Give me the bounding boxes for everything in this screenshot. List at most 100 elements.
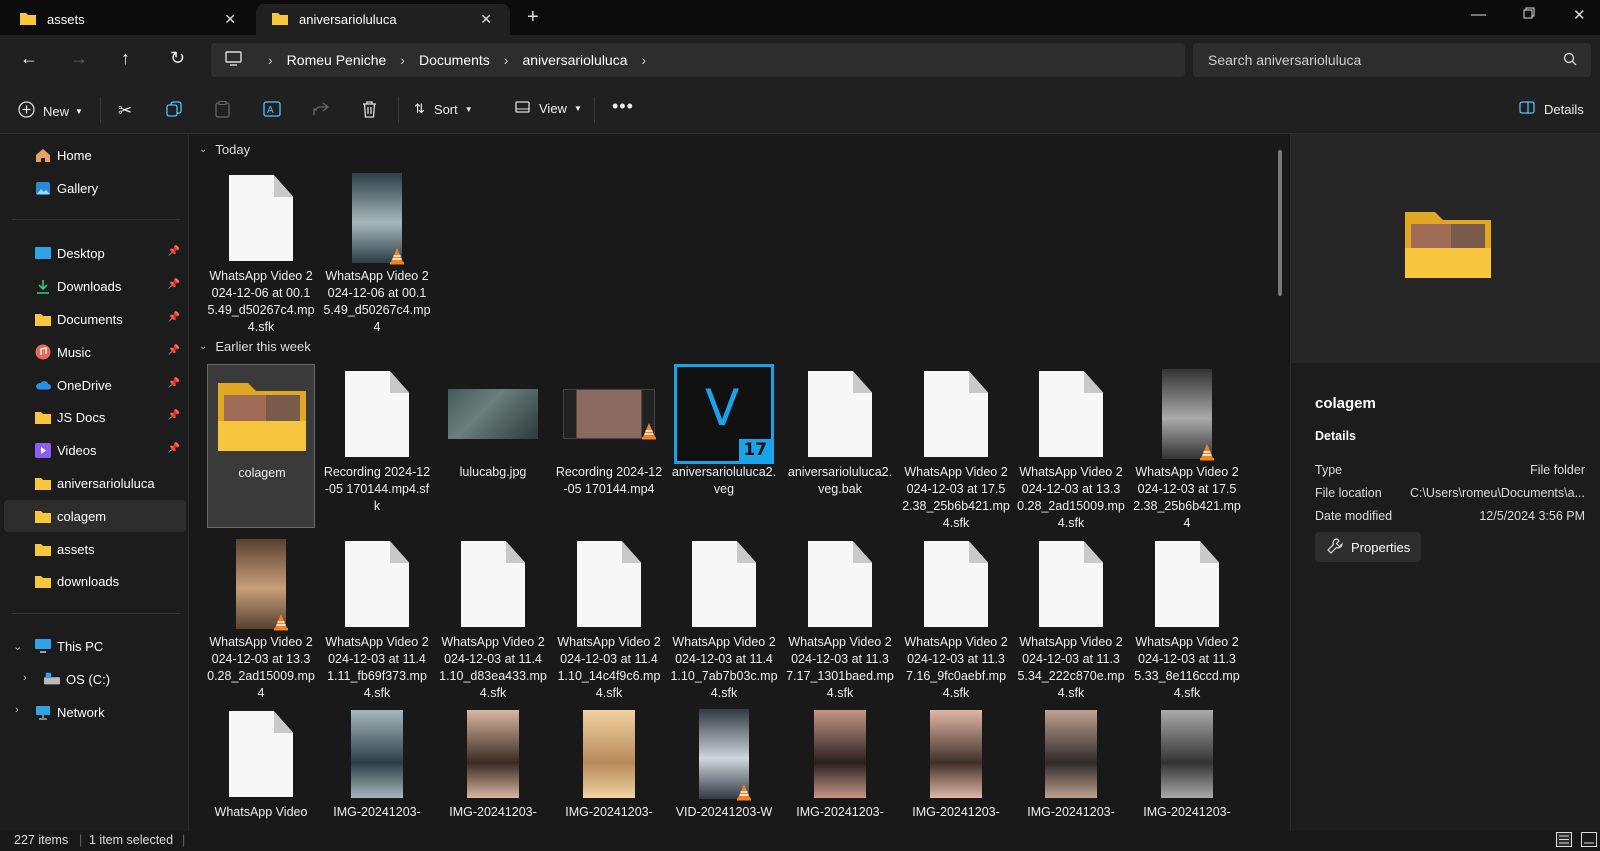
details-view-icon[interactable] — [1556, 832, 1572, 850]
file-name: WhatsApp Video 2024-12-03 at 11.41.10_14… — [557, 635, 661, 700]
forward-arrow-icon[interactable]: → — [70, 48, 88, 69]
pin-icon: 📌 — [167, 443, 180, 454]
file-tile[interactable]: IMG-20241203- — [1133, 704, 1241, 831]
file-tile[interactable]: lulucabg.jpg — [439, 364, 547, 528]
file-name: WhatsApp Video 2024-12-03 at 11.41.10_d8… — [439, 635, 547, 700]
rename-icon[interactable]: A — [263, 101, 281, 117]
sidebar-item-colagem[interactable]: colagem — [4, 500, 186, 532]
file-tile[interactable]: WhatsApp Video 2024-12-03 at 11.37.16_9f… — [902, 534, 1010, 700]
file-tile[interactable]: WhatsApp Video 2024-12-03 at 11.41.10_d8… — [439, 534, 547, 700]
group-header-today[interactable]: ⌄ Today — [199, 142, 250, 157]
sort-button[interactable]: ⇅ Sort ▼ — [414, 101, 473, 117]
file-tile[interactable]: IMG-20241203- — [786, 704, 894, 831]
file-thumbnail — [670, 704, 778, 804]
file-tile[interactable]: IMG-20241203- — [902, 704, 1010, 831]
sidebar-item-videos[interactable]: Videos 📌 — [4, 434, 186, 466]
sidebar-item-documents[interactable]: Documents 📌 — [4, 303, 186, 335]
view-button[interactable]: View ▼ — [515, 101, 582, 116]
paste-icon[interactable] — [215, 101, 230, 118]
chevron-right-icon[interactable]: › — [268, 52, 273, 68]
address-bar[interactable]: › Romeu Peniche › Documents › aniversari… — [211, 43, 1185, 77]
sidebar-item-os-c[interactable]: OS (C:) — [4, 663, 186, 695]
file-name: VID-20241203-W — [675, 805, 773, 819]
group-label: Earlier this week — [215, 339, 311, 354]
tab-label: aniversarioluluca — [299, 12, 397, 27]
back-arrow-icon[interactable]: ← — [20, 48, 38, 69]
sidebar-item-assets[interactable]: assets — [4, 533, 186, 565]
file-tile[interactable]: IMG-20241203- — [555, 704, 663, 831]
file-tile[interactable]: WhatsApp Video 2024-12-06 at 00.15.49_d5… — [207, 168, 315, 334]
file-tile[interactable]: WhatsApp Video 2024-12-03 at 11.41.10_7a… — [670, 534, 778, 700]
file-tile[interactable]: IMG-20241203- — [323, 704, 431, 831]
tab-assets[interactable]: assets ✕ — [4, 4, 254, 35]
close-icon[interactable]: ✕ — [224, 11, 236, 28]
sidebar-item-downloads[interactable]: Downloads 📌 — [4, 270, 186, 302]
file-thumbnail — [207, 534, 315, 634]
more-options-icon[interactable]: ••• — [612, 96, 634, 117]
new-button[interactable]: New ▼ — [18, 101, 83, 121]
search-input[interactable]: Search aniversarioluluca — [1193, 43, 1591, 77]
chevron-right-icon[interactable]: › — [642, 52, 647, 68]
sidebar-item-desktop[interactable]: Desktop 📌 — [4, 237, 186, 269]
file-thumbnail — [1017, 534, 1125, 634]
file-tile[interactable]: Recording 2024-12-05 170144.mp4 — [555, 364, 663, 528]
file-tile[interactable]: WhatsApp Video 2024-12-03 at 13.30.28_2a… — [1017, 364, 1125, 530]
sidebar-item-home[interactable]: Home — [4, 139, 186, 171]
sidebar-item-downloads-folder[interactable]: downloads — [4, 565, 186, 597]
share-icon[interactable] — [313, 101, 329, 116]
close-icon[interactable]: ✕ — [480, 11, 492, 28]
file-tile[interactable]: Recording 2024-12-05 170144.mp4.sfk — [323, 364, 431, 528]
copy-icon[interactable] — [166, 101, 182, 117]
sidebar-item-gallery[interactable]: Gallery — [4, 172, 186, 204]
file-name: Recording 2024-12-05 170144.mp4 — [555, 465, 663, 496]
up-arrow-icon[interactable]: ↑ — [121, 48, 130, 69]
vertical-scrollbar[interactable] — [1278, 150, 1282, 296]
file-thumbnail — [902, 704, 1010, 804]
sidebar-item-aniversarioluluca[interactable]: aniversarioluluca — [4, 467, 186, 499]
file-tile[interactable]: WhatsApp Video 2024-12-03 at 11.41.10_14… — [555, 534, 663, 700]
cut-icon[interactable]: ✂ — [118, 101, 132, 121]
file-tile[interactable]: WhatsApp Video 2024-12-03 at 17.52.38_25… — [902, 364, 1010, 530]
large-icons-view-icon[interactable] — [1581, 832, 1597, 850]
breadcrumb-documents[interactable]: Documents — [419, 52, 490, 68]
details-value: File folder — [1530, 463, 1585, 477]
file-thumbnail — [323, 534, 431, 634]
vegas-project-icon: V 17 — [674, 364, 774, 464]
properties-button[interactable]: Properties — [1315, 532, 1421, 562]
new-tab-button[interactable]: + — [527, 6, 539, 29]
image-thumbnail — [930, 710, 982, 798]
breadcrumb-aniversarioluluca[interactable]: aniversarioluluca — [522, 52, 627, 68]
file-tile[interactable]: aniversarioluluca2.veg.bak — [786, 364, 894, 528]
file-tile[interactable]: WhatsApp Video 2024-12-03 at 11.35.33_8e… — [1133, 534, 1241, 700]
file-tile[interactable]: WhatsApp Video — [207, 704, 315, 831]
sidebar-item-this-pc[interactable]: This PC — [4, 630, 186, 662]
file-tile[interactable]: V 17 aniversarioluluca2.veg — [670, 364, 778, 528]
minimize-icon[interactable]: — — [1471, 6, 1486, 23]
file-tile[interactable]: VID-20241203-W — [670, 704, 778, 831]
group-header-earlier-this-week[interactable]: ⌄ Earlier this week — [199, 339, 311, 354]
chevron-right-icon[interactable]: › — [400, 52, 405, 68]
file-tile[interactable]: colagem — [207, 364, 315, 528]
file-tile[interactable]: IMG-20241203- — [1017, 704, 1125, 831]
restore-icon[interactable] — [1523, 6, 1535, 23]
refresh-icon[interactable]: ↻ — [170, 48, 185, 69]
file-thumbnail — [1017, 364, 1125, 464]
sidebar-item-music[interactable]: Music 📌 — [4, 336, 186, 368]
file-tile[interactable]: IMG-20241203- — [439, 704, 547, 831]
sidebar-item-onedrive[interactable]: OneDrive 📌 — [4, 369, 186, 401]
file-tile[interactable]: WhatsApp Video 2024-12-03 at 13.30.28_2a… — [207, 534, 315, 700]
document-icon — [1039, 541, 1103, 627]
tab-aniversarioluluca[interactable]: aniversarioluluca ✕ — [256, 4, 510, 35]
delete-icon[interactable] — [362, 101, 377, 118]
file-tile[interactable]: WhatsApp Video 2024-12-03 at 11.41.11_fb… — [323, 534, 431, 700]
sidebar-item-network[interactable]: Network — [4, 696, 186, 728]
details-pane-button[interactable]: Details — [1519, 101, 1584, 117]
file-tile[interactable]: WhatsApp Video 2024-12-06 at 00.15.49_d5… — [323, 168, 431, 334]
sidebar-item-js-docs[interactable]: JS Docs 📌 — [4, 401, 186, 433]
chevron-right-icon[interactable]: › — [504, 52, 509, 68]
file-tile[interactable]: WhatsApp Video 2024-12-03 at 17.52.38_25… — [1133, 364, 1241, 530]
file-tile[interactable]: WhatsApp Video 2024-12-03 at 11.37.17_13… — [786, 534, 894, 700]
file-tile[interactable]: WhatsApp Video 2024-12-03 at 11.35.34_22… — [1017, 534, 1125, 700]
breadcrumb-romeu[interactable]: Romeu Peniche — [287, 52, 387, 68]
close-icon[interactable]: ✕ — [1573, 6, 1586, 24]
